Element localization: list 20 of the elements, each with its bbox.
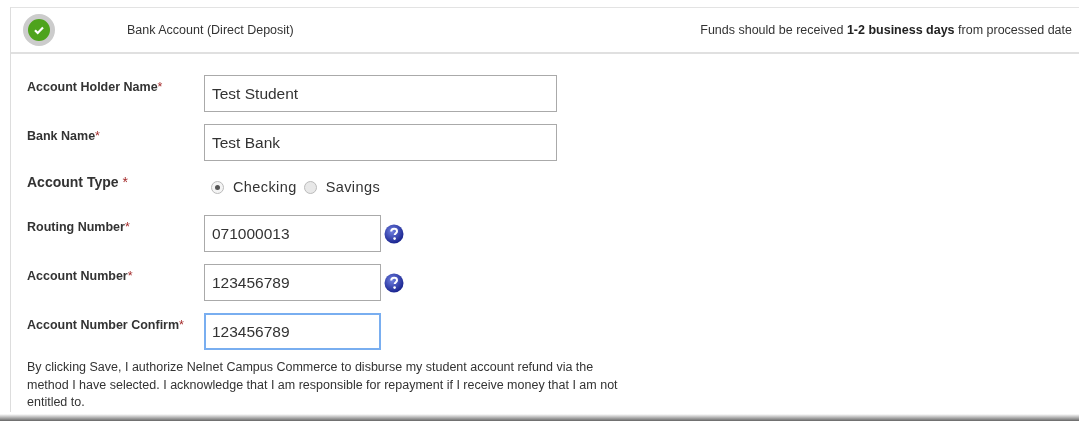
input-field[interactable]: Test Bank: [204, 124, 557, 161]
field-label: Account Holder Name*: [27, 79, 164, 94]
field-label: Account Number Confirm*: [27, 317, 185, 332]
input-field[interactable]: 123456789: [204, 313, 381, 350]
help-icon[interactable]: [384, 224, 404, 244]
section-title: Bank Account (Direct Deposit): [127, 23, 294, 37]
field-label: Account Type *: [27, 173, 129, 190]
help-icon[interactable]: [384, 273, 404, 293]
input-field[interactable]: 071000013: [204, 215, 381, 252]
radio-button[interactable]: [303, 180, 317, 194]
radio-label: Savings: [325, 179, 381, 195]
input-field[interactable]: Test Student: [204, 75, 557, 112]
radio-label: Checking: [233, 179, 297, 195]
field-label: Bank Name*: [27, 128, 101, 143]
field-label: Routing Number*: [27, 219, 131, 234]
field-label: Account Number*: [27, 268, 134, 283]
input-field[interactable]: 123456789: [204, 264, 381, 301]
delivery-note: Funds should be received 1-2 business days from processed date: [700, 23, 1072, 37]
radio-button[interactable]: [211, 180, 224, 194]
authorization-text: By clicking Save, I authorize Nelnet Campus Commerce to disburse my student account refund via the method I have selected. I acknowledge that I am responsible for repayment if I receive money that I am not entitled to.: [27, 359, 619, 411]
